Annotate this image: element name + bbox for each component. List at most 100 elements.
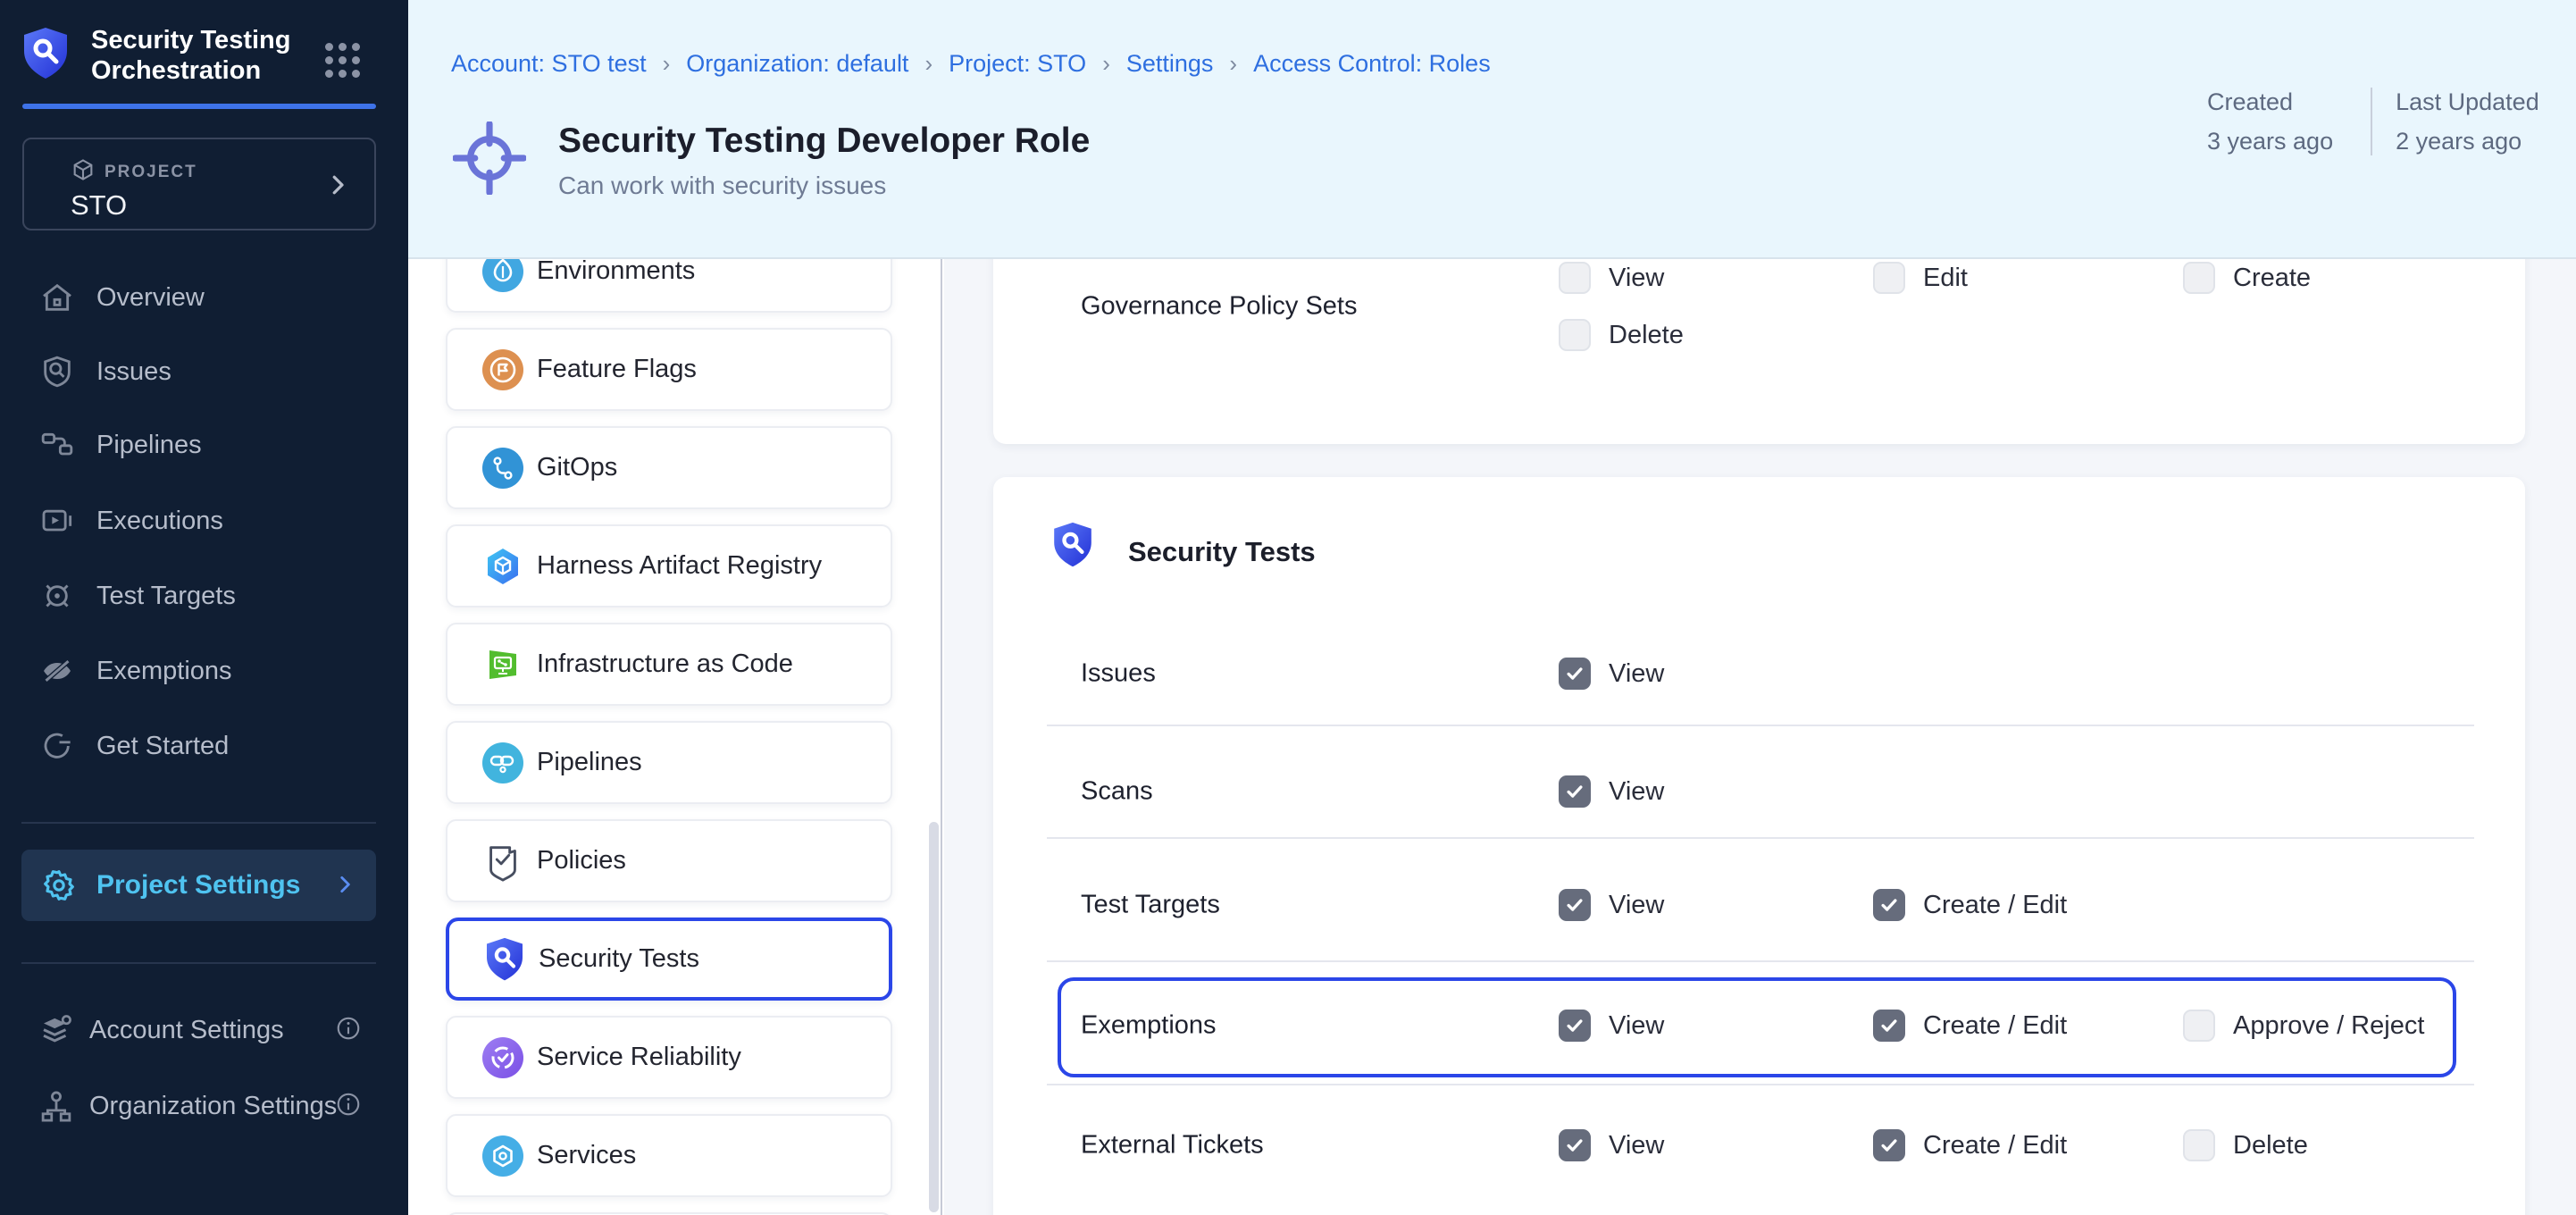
resource-card-policies[interactable]: Policies	[446, 819, 892, 902]
checkbox-label: Create / Edit	[1923, 891, 2067, 920]
shield-search-icon	[39, 354, 75, 390]
sidebar-item-organization-settings[interactable]: Organization Settings	[0, 1077, 408, 1134]
info-icon[interactable]	[335, 1091, 362, 1118]
feature-flags-icon	[481, 348, 524, 391]
security-tests-icon	[483, 938, 526, 981]
meta-divider	[2371, 88, 2372, 155]
page-subtitle: Can work with security issues	[558, 172, 886, 200]
app-grid-icon[interactable]	[325, 43, 360, 78]
app-logo[interactable]: Security Testing Orchestration	[22, 25, 376, 86]
checkbox-governance-edit[interactable]	[1873, 262, 1905, 294]
sidebar-item-label: Project Settings	[96, 870, 300, 901]
checkbox-governance-view[interactable]	[1559, 262, 1591, 294]
checkbox-external-tickets-view[interactable]	[1559, 1129, 1591, 1161]
sidebar-item-issues[interactable]: Issues	[0, 343, 408, 400]
resource-label: Pipelines	[537, 748, 642, 777]
checkbox-label: Create / Edit	[1923, 1131, 2067, 1161]
resource-label: Environments	[537, 259, 695, 286]
service-reliability-icon	[481, 1036, 524, 1079]
resource-label: Feature Flags	[537, 355, 697, 384]
sidebar-item-test-targets[interactable]: Test Targets	[0, 567, 408, 624]
resource-label: Security Tests	[539, 944, 699, 974]
breadcrumb-link[interactable]: Settings	[1126, 50, 1214, 78]
sidebar-item-pipelines[interactable]: Pipelines	[0, 416, 408, 473]
pipelines-icon	[481, 742, 524, 784]
sidebar-item-label: Exemptions	[96, 657, 232, 686]
security-tests-card-title: Security Tests	[1128, 536, 1316, 568]
governance-policy-sets-card: Governance Policy Sets View Edit	[993, 259, 2525, 444]
resource-label: Service Reliability	[537, 1043, 741, 1072]
breadcrumb-separator: ›	[1102, 50, 1110, 78]
row-divider	[1047, 960, 2474, 962]
resource-card-services[interactable]: Services	[446, 1114, 892, 1197]
row-divider	[1047, 1084, 2474, 1085]
resource-card-pipelines[interactable]: Pipelines	[446, 721, 892, 804]
checkbox-external-tickets-delete[interactable]	[2183, 1129, 2215, 1161]
executions-icon	[39, 503, 75, 539]
gitops-icon	[481, 447, 524, 490]
checkbox-governance-create[interactable]	[2183, 262, 2215, 294]
permission-row-test-targets: Test Targets View Create / Edit	[993, 869, 2525, 941]
iac-icon	[481, 643, 524, 686]
sidebar: Security Testing Orchestration PROJECT S…	[0, 0, 408, 1215]
breadcrumb-separator: ›	[663, 50, 671, 78]
sidebar-item-account-settings[interactable]: Account Settings	[0, 1001, 408, 1058]
artifact-registry-icon	[481, 545, 524, 588]
services-icon	[481, 1135, 524, 1177]
sidebar-item-get-started[interactable]: Get Started	[0, 717, 408, 775]
checkbox-external-tickets-create-edit[interactable]	[1873, 1129, 1905, 1161]
permission-row-label: Test Targets	[1081, 891, 1220, 920]
environments-icon	[481, 259, 524, 293]
chevron-right-icon	[324, 170, 351, 200]
info-icon[interactable]	[335, 1015, 362, 1042]
resource-card-service-reliability[interactable]: Service Reliability	[446, 1016, 892, 1099]
sidebar-item-label: Organization Settings	[89, 1092, 337, 1121]
resource-card-security-tests[interactable]: Security Tests	[446, 918, 892, 1001]
created-value: 3 years ago	[2207, 122, 2333, 161]
permission-row-issues: Issues View	[993, 638, 2525, 709]
resource-card-environments[interactable]: Environments	[446, 259, 892, 313]
checkbox-scans-view[interactable]	[1559, 775, 1591, 808]
permission-row-label: External Tickets	[1081, 1131, 1264, 1161]
project-selector[interactable]: PROJECT STO	[22, 138, 376, 230]
sidebar-item-project-settings[interactable]: Project Settings	[21, 850, 376, 921]
breadcrumb-link[interactable]: Organization: default	[686, 50, 908, 78]
row-divider	[1047, 725, 2474, 726]
target-icon	[39, 578, 75, 614]
resource-card-feature-flags[interactable]: Feature Flags	[446, 328, 892, 411]
breadcrumb-link[interactable]: Account: STO test	[451, 50, 647, 78]
sidebar-item-overview[interactable]: Overview	[0, 269, 408, 326]
resource-card-infrastructure-as-code[interactable]: Infrastructure as Code	[446, 623, 892, 706]
checkbox-label: View	[1609, 777, 1664, 807]
org-gear-icon	[38, 1087, 75, 1125]
checkbox-test-targets-create-edit[interactable]	[1873, 889, 1905, 921]
eye-off-icon	[39, 653, 75, 689]
permission-row-label: Issues	[1081, 659, 1156, 689]
breadcrumb: Account: STO test › Organization: defaul…	[451, 50, 1491, 78]
sidebar-item-label: Test Targets	[96, 582, 236, 611]
sidebar-item-label: Pipelines	[96, 431, 202, 460]
role-meta: Created 3 years ago Last Updated 2 years…	[2207, 82, 2539, 161]
checkbox-issues-view[interactable]	[1559, 658, 1591, 690]
resource-list-scrollbar[interactable]	[929, 822, 939, 1212]
module-accent-bar	[22, 104, 376, 109]
gear-icon	[41, 867, 77, 903]
project-selector-name: STO	[71, 189, 127, 222]
sidebar-divider	[21, 962, 376, 964]
breadcrumb-link[interactable]: Project: STO	[949, 50, 1086, 78]
sidebar-item-label: Overview	[96, 283, 205, 313]
checkbox-label: Create	[2233, 264, 2311, 293]
checkbox-governance-delete[interactable]	[1559, 319, 1591, 351]
pipeline-icon	[39, 427, 75, 463]
sidebar-item-executions[interactable]: Executions	[0, 492, 408, 549]
resource-label: Harness Artifact Registry	[537, 551, 822, 581]
breadcrumb-link[interactable]: Access Control: Roles	[1253, 50, 1491, 78]
permission-row-scans: Scans View	[993, 756, 2525, 827]
page-header: Account: STO test › Organization: defaul…	[408, 0, 2576, 259]
resource-card-harness-artifact-registry[interactable]: Harness Artifact Registry	[446, 524, 892, 608]
security-tests-shield-icon	[1052, 522, 1093, 568]
sidebar-item-label: Executions	[96, 507, 223, 536]
sidebar-item-exemptions[interactable]: Exemptions	[0, 642, 408, 700]
checkbox-test-targets-view[interactable]	[1559, 889, 1591, 921]
resource-card-gitops[interactable]: GitOps	[446, 426, 892, 509]
